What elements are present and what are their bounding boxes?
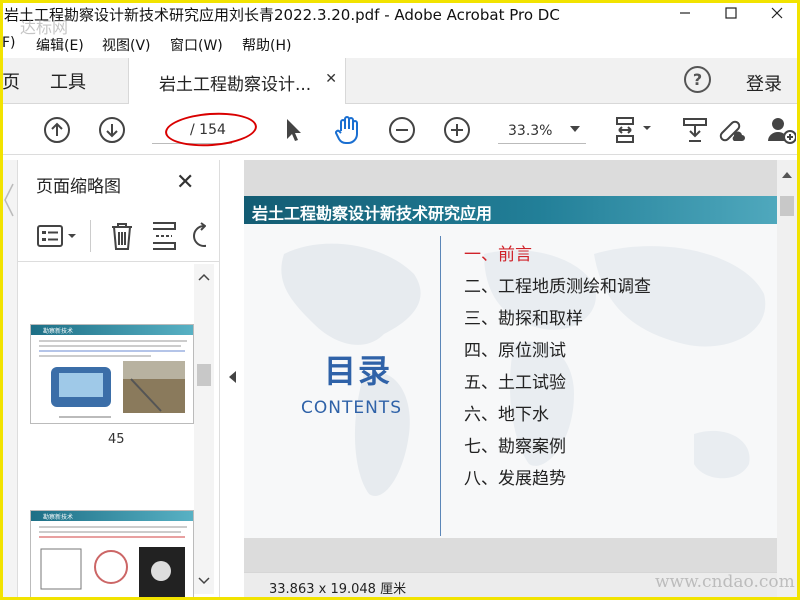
- add-user-button[interactable]: [766, 115, 796, 145]
- menu-view[interactable]: 视图(V): [102, 35, 151, 55]
- next-page-button[interactable]: [97, 115, 127, 145]
- left-nav-gutter: [0, 160, 18, 600]
- hand-icon: [335, 116, 358, 145]
- tab-document-label: 岩土工程勘察设计...: [159, 75, 312, 95]
- thumbnail-scrollbar[interactable]: [194, 264, 214, 594]
- chevron-up-icon[interactable]: [782, 172, 792, 178]
- scrollbar-thumb[interactable]: [197, 364, 211, 386]
- chevron-down-icon: [198, 577, 210, 585]
- maximize-icon: [725, 7, 737, 19]
- document-scrollbar[interactable]: [777, 160, 797, 600]
- fit-page-icon: [616, 117, 651, 143]
- zoom-level-dropdown[interactable]: 33.3%: [498, 122, 586, 144]
- stamp-icon: [683, 118, 707, 142]
- link-cloud-icon: [719, 120, 745, 142]
- toc-subheading: CONTENTS: [301, 398, 402, 418]
- cursor-arrow-icon: [287, 119, 301, 141]
- close-tab-icon[interactable]: ✕: [325, 71, 337, 87]
- menu-window[interactable]: 窗口(W): [170, 35, 223, 55]
- maximize-button[interactable]: [708, 0, 754, 26]
- toc-item: 六、地下水: [464, 405, 549, 425]
- zoom-value: 33.3%: [508, 123, 553, 139]
- thumbnail-preview-graphic: [39, 340, 187, 418]
- close-icon: [771, 7, 783, 19]
- help-icon[interactable]: ?: [684, 66, 711, 93]
- tab-strip: 页 工具 岩土工程勘察设计... ✕ ? 登录: [0, 58, 800, 104]
- arrow-down-circle-icon: [99, 117, 125, 143]
- toc-divider: [440, 236, 441, 536]
- thumbnail-panel: 页面缩略图 ✕ 勘察新技术 45 勘察新技术: [18, 160, 220, 600]
- toolbar-divider: [90, 220, 91, 252]
- pdf-page: 岩土工程勘察设计新技术研究应用 目录 CONTENTS 一、前言 二、工程地质测…: [244, 196, 777, 538]
- rotate-page-button[interactable]: [190, 222, 206, 254]
- plus-circle-icon: [444, 117, 470, 143]
- thumbnail-preview-graphic: [39, 526, 187, 597]
- title-bar: 岩土工程勘察设计新技术研究应用刘长青2022.3.20.pdf - Adobe …: [0, 0, 800, 28]
- window-title: 岩土工程勘察设计新技术研究应用刘长青2022.3.20.pdf - Adobe …: [4, 6, 560, 24]
- login-button[interactable]: 登录: [746, 70, 782, 96]
- menu-bar: F) 编辑(E) 视图(V) 窗口(W) 帮助(H): [0, 32, 800, 56]
- tab-home[interactable]: 页: [2, 68, 20, 94]
- tab-tools[interactable]: 工具: [50, 68, 86, 94]
- share-link-button[interactable]: [716, 115, 746, 145]
- panel-toolbar: [18, 210, 220, 262]
- thumbnail-options-button[interactable]: [36, 222, 80, 254]
- panel-title: 页面缩略图: [36, 177, 121, 197]
- thumbnail-header: 勘察新技术: [43, 514, 74, 521]
- toc-item: 七、勘察案例: [464, 437, 566, 457]
- toc-item: 一、前言: [464, 245, 532, 265]
- toc-list: 一、前言 二、工程地质测绘和调查 三、勘探和取样 四、原位测试 五、土工试验 六…: [464, 240, 651, 496]
- page-size-readout: 33.863 x 19.048 厘米: [269, 582, 407, 597]
- menu-file[interactable]: F): [2, 35, 16, 51]
- stamp-tool-button[interactable]: [680, 115, 710, 145]
- chevron-up-icon: [198, 273, 210, 281]
- menu-help[interactable]: 帮助(H): [242, 35, 291, 55]
- close-panel-icon[interactable]: ✕: [176, 170, 194, 195]
- toc-item: 八、发展趋势: [464, 469, 566, 489]
- list-options-icon: [37, 225, 76, 247]
- thumbnail-header: 勘察新技术: [43, 328, 74, 335]
- scrollbar-thumb[interactable]: [780, 196, 794, 216]
- minus-circle-icon: [389, 117, 415, 143]
- menu-edit[interactable]: 编辑(E): [36, 35, 84, 55]
- add-user-icon: [768, 118, 796, 144]
- banner-title: 岩土工程勘察设计新技术研究应用: [252, 204, 493, 223]
- insert-page-icon: [153, 222, 176, 250]
- thumbnail-page-45[interactable]: 勘察新技术: [30, 324, 194, 424]
- watermark-top: 达标网: [20, 18, 69, 37]
- close-window-button[interactable]: [754, 0, 800, 26]
- delete-page-button[interactable]: [108, 220, 136, 256]
- watermark-bottom: www.cndao.com: [655, 572, 795, 592]
- minimize-icon: [680, 12, 690, 14]
- toc-item: 二、工程地质测绘和调查: [464, 277, 651, 297]
- tab-document[interactable]: 岩土工程勘察设计... ✕: [128, 58, 346, 104]
- trash-icon: [112, 223, 132, 250]
- document-viewport: 岩土工程勘察设计新技术研究应用 目录 CONTENTS 一、前言 二、工程地质测…: [244, 160, 777, 600]
- hand-tool-button[interactable]: [332, 115, 362, 145]
- chevron-down-icon: [570, 126, 580, 132]
- zoom-out-button[interactable]: [387, 115, 417, 145]
- thumbnail-list: 勘察新技术 45 勘察新技术: [18, 264, 196, 600]
- toc-item: 四、原位测试: [464, 341, 566, 361]
- toc-item: 三、勘探和取样: [464, 309, 583, 329]
- minimize-button[interactable]: [662, 0, 708, 26]
- arrow-up-circle-icon: [44, 117, 70, 143]
- collapse-panel-icon[interactable]: [229, 371, 236, 383]
- select-tool-button[interactable]: [278, 115, 308, 145]
- panel-handle-icon: [4, 183, 14, 217]
- rotate-icon: [193, 222, 206, 247]
- thumbnail-page-46[interactable]: 勘察新技术: [30, 510, 194, 600]
- thumbnail-page-number: 45: [108, 432, 125, 447]
- previous-page-button[interactable]: [42, 115, 72, 145]
- toolbar: / 154 33.3%: [0, 105, 800, 155]
- toc-item: 五、土工试验: [464, 373, 566, 393]
- toc-heading: 目录: [324, 352, 393, 390]
- insert-page-button[interactable]: [150, 220, 180, 256]
- zoom-in-button[interactable]: [442, 115, 472, 145]
- page-display-button[interactable]: [612, 115, 658, 145]
- page-banner: 岩土工程勘察设计新技术研究应用: [244, 196, 777, 224]
